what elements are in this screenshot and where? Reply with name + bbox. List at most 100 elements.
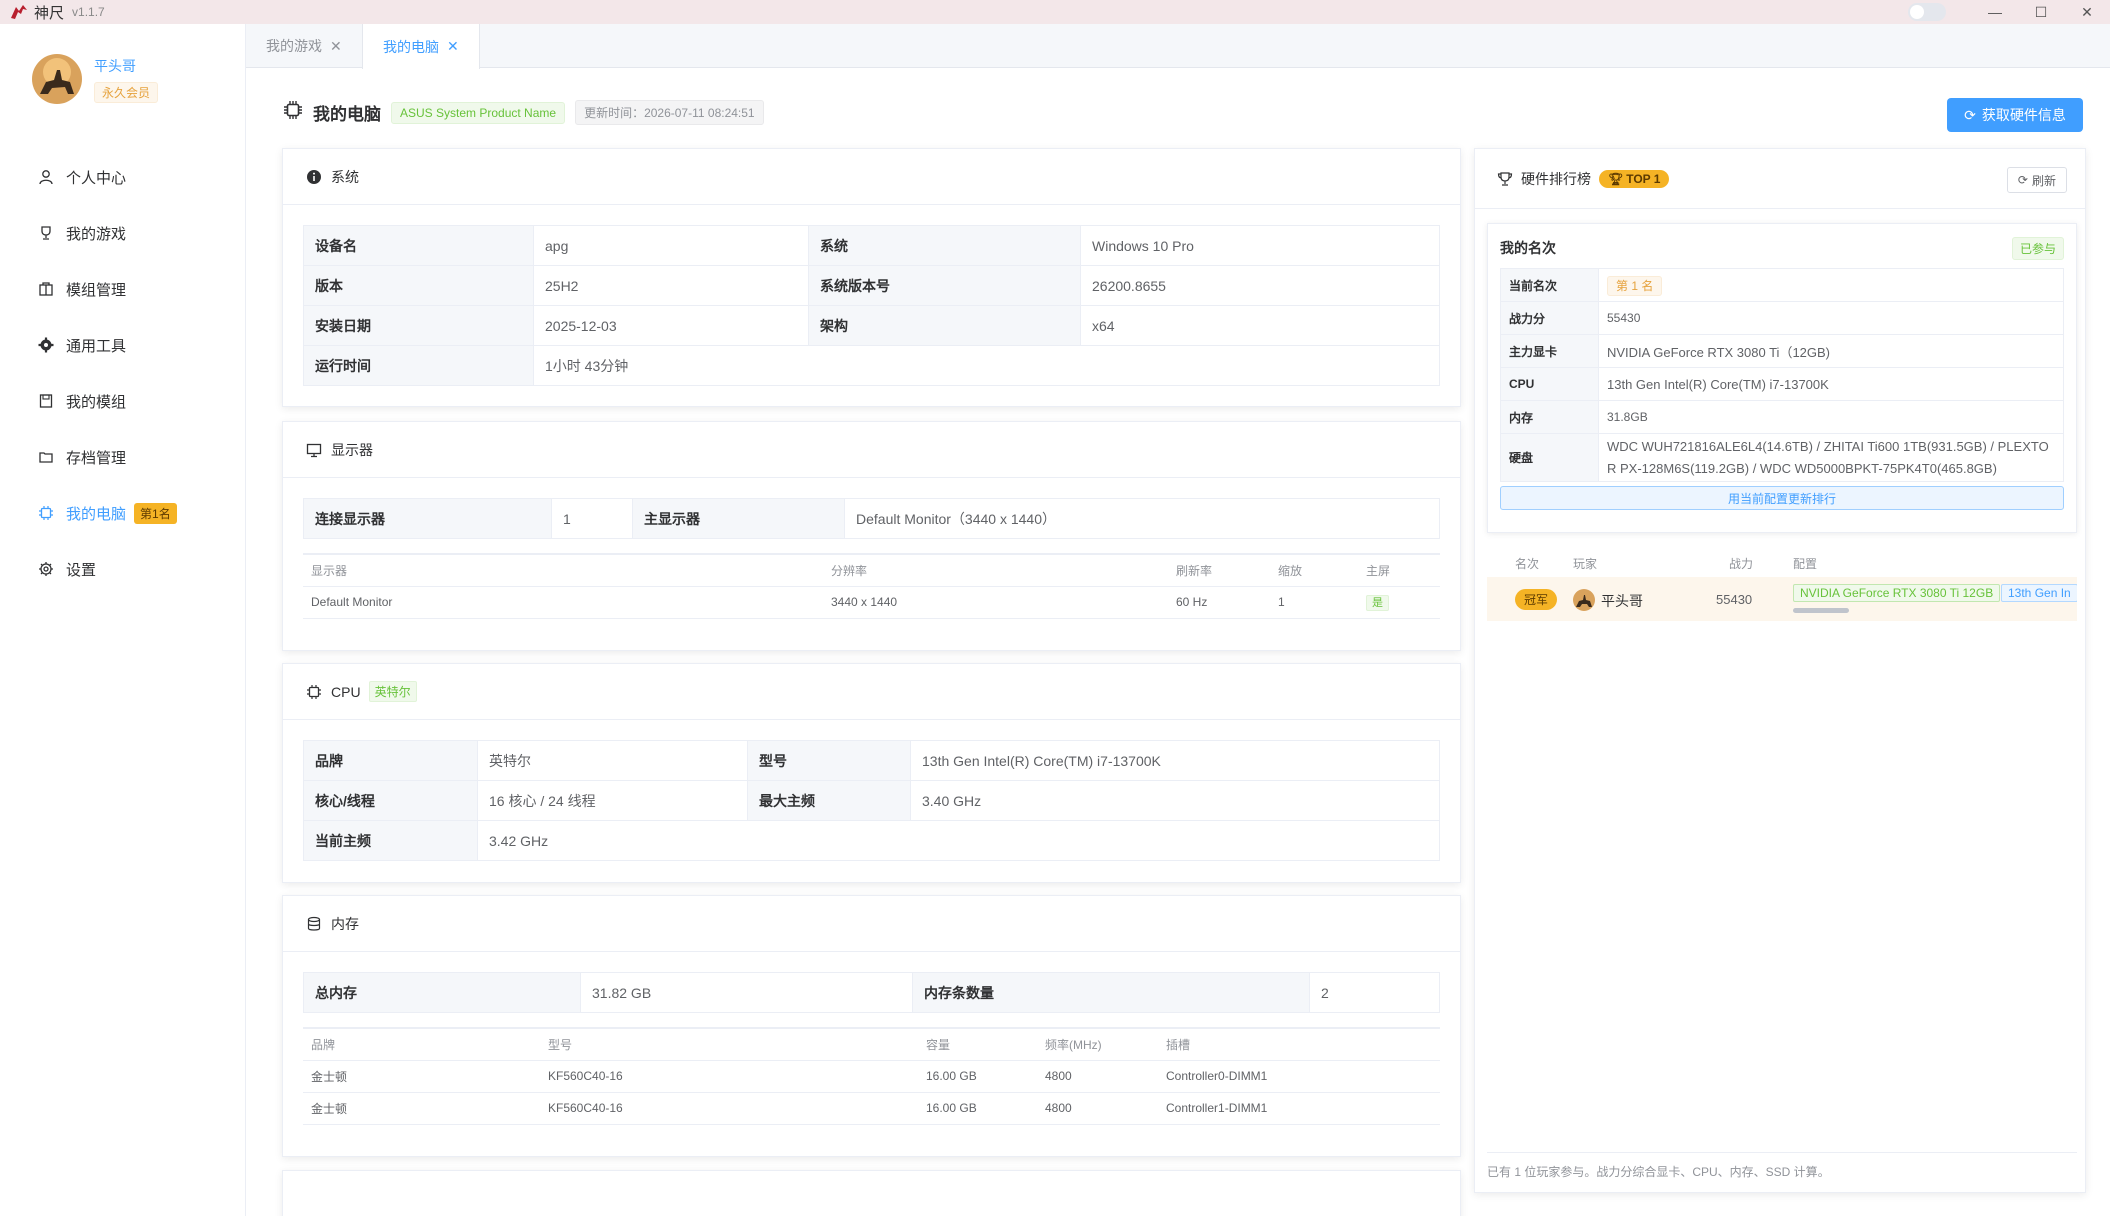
user-profile: 平头哥 永久会员: [32, 54, 159, 104]
sidebar-item-my-computer[interactable]: 我的电脑 第1名: [36, 485, 177, 541]
tab-my-games[interactable]: 我的游戏 ✕: [246, 24, 362, 68]
info-icon: [305, 168, 323, 186]
folder-icon: [36, 447, 56, 467]
column-header: 刷新率: [1168, 553, 1270, 587]
table-row: 金士顿 KF560C40-16 16.00 GB 4800 Controller…: [303, 1092, 1440, 1125]
value: 2025-12-03: [533, 305, 809, 346]
value: 3.42 GHz: [477, 820, 1440, 861]
memory-list-table: 品牌 型号 容量 频率(MHz) 插槽 金士顿 KF560C40-16 16.0…: [303, 1027, 1440, 1125]
chip-icon: [283, 100, 303, 125]
system-table: 设备名 apg 系统 Windows 10 Pro 版本 25H2 系统版本号 …: [303, 225, 1440, 386]
cpu-table: 品牌 英特尔 型号 13th Gen Intel(R) Core(TM) i7-…: [303, 740, 1440, 861]
column-header: 容量: [918, 1027, 1037, 1061]
leaderboard-header: 名次 玩家 战力 配置: [1487, 549, 2077, 575]
cell: 16.00 GB: [918, 1092, 1037, 1125]
card-title: 系统: [331, 168, 359, 185]
value: 55430: [1598, 301, 2064, 335]
label: 系统版本号: [808, 265, 1081, 306]
app-logo-icon: [10, 3, 28, 21]
card-title: 内存: [331, 915, 359, 932]
label: 主显示器: [632, 498, 845, 539]
top-badge: 🏆︎ TOP 1: [1599, 169, 1670, 188]
gear-icon: [36, 335, 56, 355]
user-name[interactable]: 平头哥: [94, 56, 158, 76]
sidebar-item-label: 存档管理: [66, 449, 127, 467]
trophy-icon: [36, 223, 56, 243]
label: 连接显示器: [303, 498, 552, 539]
settings-icon: [36, 559, 56, 579]
app-title: 神尺: [34, 4, 65, 22]
cell: 60 Hz: [1168, 586, 1270, 619]
table-row: 金士顿 KF560C40-16 16.00 GB 4800 Controller…: [303, 1060, 1440, 1093]
label: 总内存: [303, 972, 581, 1013]
sidebar-item-profile[interactable]: 个人中心: [36, 149, 177, 205]
brand-tag: 英特尔: [368, 681, 417, 702]
rank-badge: 第1名: [134, 502, 177, 524]
badge-label: TOP 1: [1626, 171, 1661, 186]
value: 13th Gen Intel(R) Core(TM) i7-13700K: [910, 740, 1440, 781]
close-icon[interactable]: ✕: [447, 38, 459, 55]
sidebar-item-label: 通用工具: [66, 337, 127, 355]
leaderboard-row[interactable]: 冠军 平头哥 55430 NVIDIA GeForce RTX 3080 Ti …: [1487, 577, 2077, 621]
sidebar-item-label: 个人中心: [66, 169, 127, 187]
trophy-icon: [1497, 171, 1513, 187]
maximize-icon[interactable]: ☐: [2018, 0, 2064, 24]
refresh-button[interactable]: ⟳ 刷新: [2006, 167, 2067, 193]
updated-time: 更新时间：2026-07-11 08:24:51: [575, 100, 764, 125]
cell: 金士顿: [303, 1060, 540, 1093]
sidebar-nav: 个人中心 我的游戏 模组管理 通用工具 我的模组 存档管理 我的电脑 第1名 设…: [36, 149, 177, 597]
value: NVIDIA GeForce RTX 3080 Ti（12GB): [1598, 334, 2064, 368]
value: 1小时 43分钟: [533, 345, 1440, 386]
config-scrollbar[interactable]: [1793, 608, 1849, 613]
package-icon: [36, 279, 56, 299]
label: 架构: [808, 305, 1081, 346]
product-tag: ASUS System Product Name: [391, 101, 566, 124]
trophy-icon: 🏆︎: [1608, 171, 1624, 186]
table-row: Default Monitor 3440 x 1440 60 Hz 1 是: [303, 586, 1440, 619]
button-label: 获取硬件信息: [1981, 107, 2066, 123]
sidebar: 平头哥 永久会员 个人中心 我的游戏 模组管理 通用工具 我的模组 存档管理 我…: [0, 24, 246, 1216]
value: Windows 10 Pro: [1080, 225, 1440, 266]
champion-badge: 冠军: [1515, 589, 1558, 610]
update-ranking-button[interactable]: 用当前配置更新排行: [1500, 486, 2064, 510]
value: 英特尔: [477, 740, 748, 781]
minimize-icon[interactable]: —: [1972, 0, 2018, 24]
label: 战力分: [1500, 301, 1599, 335]
column-header: 名次: [1515, 557, 1540, 571]
close-icon[interactable]: ✕: [2064, 0, 2110, 24]
label: 硬盘: [1500, 433, 1599, 482]
cell: 4800: [1037, 1092, 1158, 1125]
cell: Controller1-DIMM1: [1158, 1092, 1440, 1125]
sidebar-item-label: 我的模组: [66, 393, 127, 411]
sidebar-item-label: 我的电脑: [66, 505, 127, 523]
leaderboard-footnote: 已有 1 位玩家参与。战力分综合显卡、CPU、内存、SSD 计算。: [1487, 1152, 2077, 1180]
value: 31.8GB: [1598, 400, 2064, 434]
fetch-hardware-button[interactable]: ⟳ 获取硬件信息: [1947, 98, 2083, 132]
sidebar-item-tools[interactable]: 通用工具: [36, 317, 177, 373]
sidebar-item-label: 模组管理: [66, 281, 127, 299]
avatar: [1573, 589, 1595, 611]
sidebar-item-my-games[interactable]: 我的游戏: [36, 205, 177, 261]
sidebar-item-mod-manager[interactable]: 模组管理: [36, 261, 177, 317]
app-version: v1.1.7: [72, 5, 105, 19]
avatar[interactable]: [32, 54, 82, 104]
database-icon: [305, 915, 323, 933]
close-icon[interactable]: ✕: [330, 38, 342, 55]
cpu-tag: 13th Gen In: [2001, 584, 2077, 602]
hardware-ranking-panel: 硬件排行榜 🏆︎ TOP 1 ⟳ 刷新 我的名次 已参与 当前名次 第 1 名 …: [1474, 148, 2086, 1193]
tab-my-computer[interactable]: 我的电脑 ✕: [362, 24, 480, 69]
label: CPU: [1500, 367, 1599, 401]
column-header: 主屏: [1358, 553, 1440, 587]
sidebar-item-settings[interactable]: 设置: [36, 541, 177, 597]
sidebar-item-label: 设置: [66, 561, 97, 579]
column-header: 插槽: [1158, 1027, 1440, 1061]
sidebar-item-saves[interactable]: 存档管理: [36, 429, 177, 485]
primary-tag: 是: [1366, 595, 1389, 611]
cell: Controller0-DIMM1: [1158, 1060, 1440, 1093]
sidebar-item-my-mods[interactable]: 我的模组: [36, 373, 177, 429]
cell: 3440 x 1440: [823, 586, 1168, 619]
theme-toggle[interactable]: [1908, 3, 1946, 21]
cell: Default Monitor: [303, 586, 823, 619]
refresh-icon: ⟳: [2017, 173, 2028, 187]
page-header: 我的电脑 ASUS System Product Name 更新时间：2026-…: [283, 100, 764, 125]
